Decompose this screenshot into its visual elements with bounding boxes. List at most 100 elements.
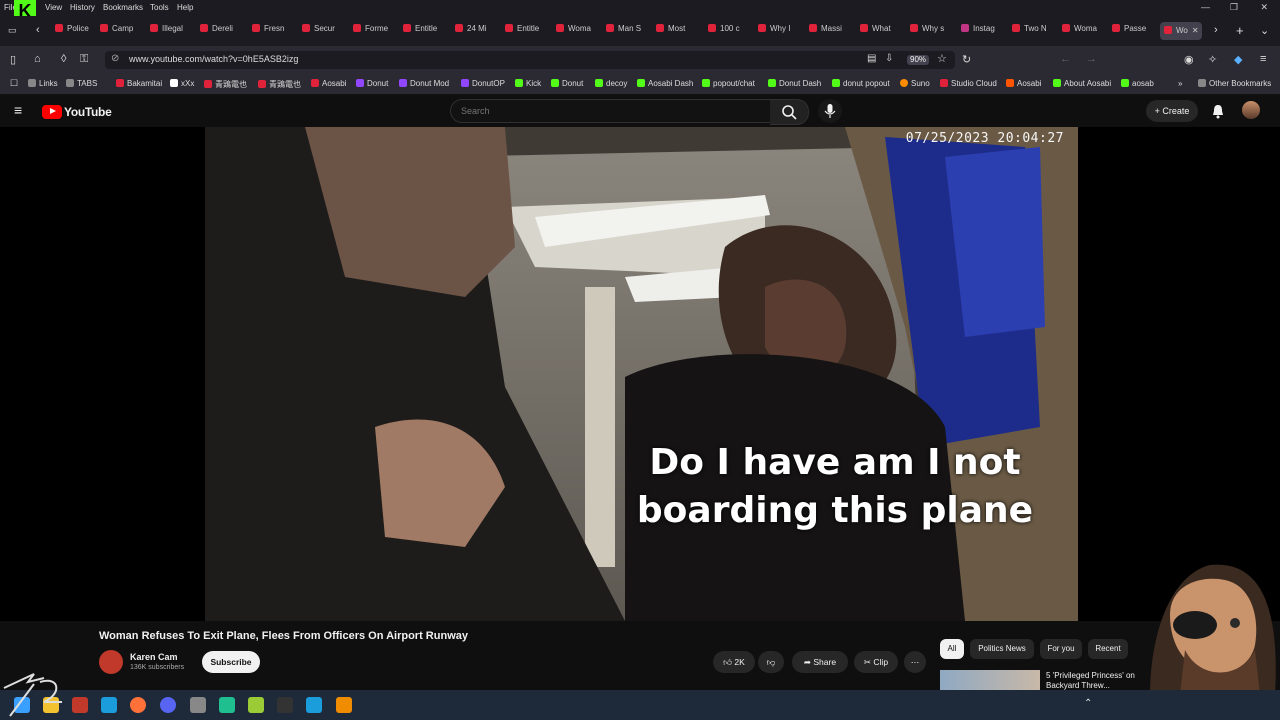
home-icon[interactable]: ⌂ xyxy=(34,53,41,65)
more-actions-button[interactable]: ⋯ xyxy=(904,651,926,673)
browser-tab[interactable]: Fresn xyxy=(252,24,292,40)
menu-history[interactable]: History xyxy=(70,3,95,12)
steam-icon[interactable] xyxy=(306,697,322,713)
app-icon[interactable] xyxy=(72,697,88,713)
subscribe-button[interactable]: Subscribe xyxy=(202,651,260,673)
browser-tab[interactable]: 24 Mi xyxy=(455,24,495,40)
notifications-bell-icon[interactable] xyxy=(1210,103,1226,119)
create-button[interactable]: + Create xyxy=(1146,100,1198,122)
close-window-icon[interactable]: ✕ xyxy=(1260,2,1268,13)
tabs-scroll-left-icon[interactable]: ‹ xyxy=(36,24,40,36)
forward-icon[interactable]: → xyxy=(1086,53,1097,65)
app-icon[interactable] xyxy=(277,697,293,713)
app-icon[interactable] xyxy=(219,697,235,713)
bookmark-item[interactable]: Donut xyxy=(356,79,388,88)
channel-name[interactable]: Karen Cam xyxy=(130,652,178,662)
browser-tab[interactable]: Woma xyxy=(1062,24,1102,40)
chip-for-you[interactable]: For you xyxy=(1040,639,1082,659)
reload-icon[interactable]: ↻ xyxy=(962,53,971,66)
clip-button[interactable]: ✂ Clip xyxy=(854,651,898,673)
browser-tab[interactable]: What xyxy=(860,24,900,40)
download-page-icon[interactable]: ⇩ xyxy=(885,53,893,64)
browser-tab[interactable]: Why I xyxy=(758,24,798,40)
channel-avatar[interactable] xyxy=(99,650,123,674)
chip-politics-news[interactable]: Politics News xyxy=(970,639,1034,659)
browser-tab[interactable]: Camp xyxy=(100,24,140,40)
other-bookmarks[interactable]: Other Bookmarks xyxy=(1198,79,1271,88)
bookmark-item[interactable]: 青鶏電也 xyxy=(258,79,301,90)
zoom-level[interactable]: 90% xyxy=(907,55,930,65)
menu-view[interactable]: View xyxy=(45,3,62,12)
avatar[interactable] xyxy=(1242,101,1260,119)
search-input[interactable] xyxy=(459,103,763,119)
sidebar-icon[interactable]: ▯ xyxy=(10,53,16,66)
new-tab-icon[interactable]: + xyxy=(1236,23,1244,38)
browser-tab[interactable]: Massi xyxy=(809,24,849,40)
bookmark-item[interactable]: Kick xyxy=(515,79,541,88)
video-player[interactable]: 07/25/2023 20:04:27 Do I have am I not b… xyxy=(0,127,1280,621)
extension-badge-icon[interactable]: ◆ xyxy=(1234,53,1242,66)
chip-all[interactable]: All xyxy=(940,639,964,659)
firefox-icon[interactable] xyxy=(130,697,146,713)
bookmark-item[interactable]: Donut Mod xyxy=(399,79,449,88)
bookmark-item[interactable]: Suno xyxy=(900,79,930,88)
bookmark-item[interactable]: 青鶏電也 xyxy=(204,79,247,90)
tray-chevron-icon[interactable]: ⌃ xyxy=(1084,698,1092,709)
folder-icon[interactable]: ☐ xyxy=(10,78,18,89)
voice-search-button[interactable] xyxy=(818,99,842,123)
browser-tab-active[interactable]: Wo ✕ xyxy=(1160,22,1202,40)
browser-tab[interactable]: Forme xyxy=(353,24,393,40)
bookmark-item[interactable]: decoy xyxy=(595,79,627,88)
vlc-icon[interactable] xyxy=(336,697,352,713)
bookmark-item[interactable]: About Aosabi xyxy=(1053,79,1111,88)
browser-tab[interactable]: Secur xyxy=(302,24,342,40)
browser-tab[interactable]: Passe xyxy=(1112,24,1152,40)
shield-icon[interactable]: ◊ xyxy=(61,53,66,65)
menu-bookmarks[interactable]: Bookmarks xyxy=(103,3,143,12)
browser-tab[interactable]: Woma xyxy=(556,24,596,40)
address-bar[interactable]: ⊘ www.youtube.com/watch?v=0hE5ASB2izg ▤ … xyxy=(105,51,955,69)
tab-overflow-icon[interactable]: ⌄ xyxy=(1260,24,1269,37)
like-button[interactable]: 👍︎ 2K xyxy=(713,651,755,673)
menu-tools[interactable]: Tools xyxy=(150,3,169,12)
browser-tab[interactable]: Why s xyxy=(910,24,950,40)
browser-tab[interactable]: Illegal xyxy=(150,24,190,40)
discord-icon[interactable] xyxy=(160,697,176,713)
bookmark-item[interactable]: Aosabi xyxy=(311,79,346,88)
lock-icon[interactable]: ⚿ xyxy=(80,53,88,66)
browser-tab[interactable]: Most xyxy=(656,24,696,40)
bookmark-item[interactable]: donut popout xyxy=(832,79,890,88)
search-box[interactable] xyxy=(450,99,772,123)
browser-tab[interactable]: Entitle xyxy=(403,24,443,40)
browser-tab[interactable]: Two N xyxy=(1012,24,1052,40)
bookmark-item[interactable]: Links xyxy=(28,79,58,88)
share-button[interactable]: ➦ Share xyxy=(792,651,848,673)
account-icon[interactable]: ◉ xyxy=(1184,53,1194,66)
browser-tab[interactable]: Dereli xyxy=(200,24,240,40)
browser-tab[interactable]: Man S xyxy=(606,24,646,40)
reader-view-icon[interactable]: ▤ xyxy=(867,53,876,64)
bookmark-item[interactable]: xXx xyxy=(170,79,194,88)
youtube-logo[interactable]: YouTube xyxy=(42,103,112,121)
browser-tab[interactable]: 100 c xyxy=(708,24,748,40)
bookmark-item[interactable]: Aosabi Dash xyxy=(637,79,693,88)
dislike-button[interactable]: 👎︎ xyxy=(758,651,784,673)
bookmarks-overflow-icon[interactable]: » xyxy=(1178,79,1182,88)
bookmark-item[interactable]: Bakamitai xyxy=(116,79,162,88)
extensions-icon[interactable]: ✧ xyxy=(1208,53,1217,66)
restore-icon[interactable]: ❐ xyxy=(1230,2,1238,13)
search-button[interactable] xyxy=(770,99,809,125)
bookmark-item[interactable]: Donut Dash xyxy=(768,79,821,88)
bookmark-item[interactable]: aosab xyxy=(1121,79,1154,88)
bookmark-item[interactable]: popout/chat xyxy=(702,79,755,88)
minimize-icon[interactable]: — xyxy=(1201,2,1210,12)
app-icon[interactable] xyxy=(190,697,206,713)
menu-help[interactable]: Help xyxy=(177,3,193,12)
close-tab-icon[interactable]: ✕ xyxy=(1192,26,1199,35)
bookmark-item[interactable]: DonutOP xyxy=(461,79,505,88)
notepad-icon[interactable] xyxy=(248,697,264,713)
app-menu-icon[interactable]: ≡ xyxy=(1260,53,1266,65)
back-icon[interactable]: ← xyxy=(1060,53,1071,65)
recommended-thumbnail[interactable] xyxy=(940,670,1040,690)
steam-icon[interactable] xyxy=(101,697,117,713)
